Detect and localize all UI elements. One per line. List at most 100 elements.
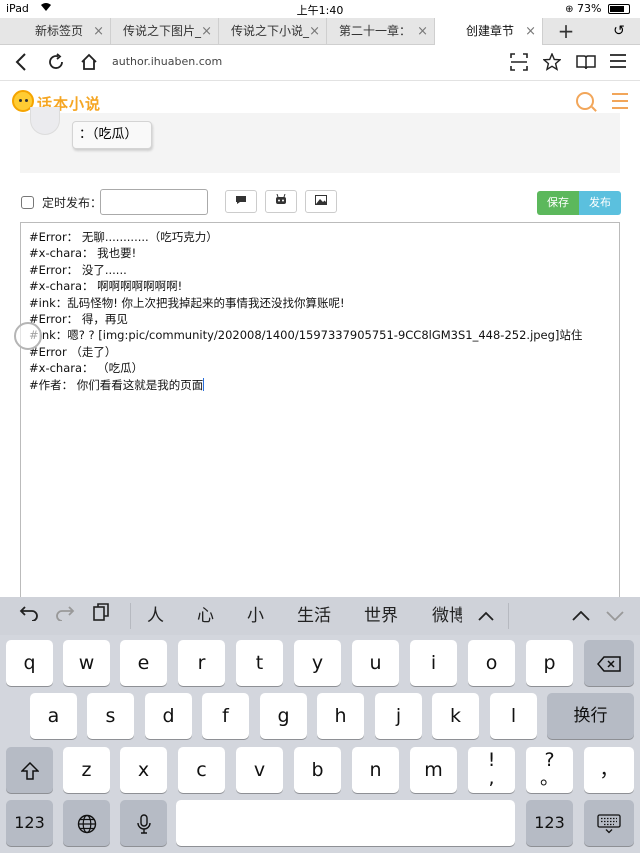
close-icon[interactable]: × — [201, 18, 212, 45]
tab-create-chapter[interactable]: 创建章节 × — [435, 18, 543, 45]
key-b[interactable]: b — [294, 747, 341, 793]
character-button[interactable] — [265, 190, 297, 213]
next-field-icon[interactable] — [606, 597, 624, 635]
key-z[interactable]: z — [63, 747, 110, 793]
globe-key[interactable] — [63, 800, 110, 846]
key-t[interactable]: t — [236, 640, 283, 686]
menu-icon[interactable] — [609, 53, 627, 74]
suggestion-item[interactable]: 心 — [197, 597, 214, 635]
suggestion-item[interactable]: 小 — [247, 597, 264, 635]
home-icon[interactable] — [80, 53, 98, 76]
key-s[interactable]: s — [87, 693, 134, 739]
expand-suggestions-icon[interactable] — [478, 597, 494, 635]
tab-new-tab[interactable]: 新标签页 × — [23, 18, 111, 45]
schedule-time-input[interactable] — [100, 189, 208, 215]
key-l[interactable]: l — [490, 693, 537, 739]
scan-icon[interactable] — [510, 53, 528, 76]
image-icon — [315, 195, 327, 208]
key-x[interactable]: x — [120, 747, 167, 793]
url-text[interactable]: author.ihuaben.com — [112, 55, 222, 68]
tab-undertale-novel[interactable]: 传说之下小说_ × — [219, 18, 327, 45]
close-icon[interactable]: × — [309, 18, 320, 45]
reader-icon[interactable] — [576, 53, 596, 76]
divider — [508, 603, 509, 629]
key-n[interactable]: n — [352, 747, 399, 793]
editor-line: #ink：嗯? ? [img:pic/community/202008/1400… — [29, 328, 583, 343]
key-bottom-char: , — [488, 767, 495, 789]
tab-chapter-21[interactable]: 第二十一章： × — [327, 18, 435, 45]
editor-line: #x-chara： 啊啊啊啊啊啊啊! — [29, 279, 183, 294]
battery-percent: 73% — [577, 2, 602, 15]
status-right: ⊕ 73% — [565, 2, 630, 15]
dialogue-button[interactable] — [225, 190, 257, 213]
undo-icon[interactable] — [19, 597, 39, 635]
chapter-editor[interactable]: #Error： 无聊............（吃巧克力） #x-chara： 我… — [20, 222, 620, 597]
key-e[interactable]: e — [120, 640, 167, 686]
key-m[interactable]: m — [410, 747, 457, 793]
delete-key[interactable] — [584, 640, 634, 686]
key-w[interactable]: w — [63, 640, 110, 686]
battery-icon — [608, 4, 630, 14]
assistive-touch-button[interactable] — [14, 322, 42, 350]
hide-keyboard-key[interactable] — [584, 800, 634, 846]
search-icon[interactable] — [576, 92, 594, 110]
previous-field-icon[interactable] — [572, 597, 590, 635]
numbers-key[interactable]: 123 — [6, 800, 53, 846]
key-a[interactable]: a — [30, 693, 77, 739]
key-k[interactable]: k — [432, 693, 479, 739]
key-o[interactable]: o — [468, 640, 515, 686]
location-icon: ⊕ — [565, 4, 574, 15]
close-icon[interactable]: × — [93, 18, 104, 45]
return-key[interactable]: 换行 — [547, 693, 634, 739]
bookmark-star-icon[interactable] — [542, 52, 562, 76]
text-caret — [203, 377, 205, 391]
key-c[interactable]: c — [178, 747, 225, 793]
insert-image-button[interactable] — [305, 190, 337, 213]
publish-button[interactable]: 发布 — [579, 191, 621, 215]
suggestion-item[interactable]: 世界 — [364, 597, 398, 635]
hamburger-menu-icon[interactable] — [612, 93, 628, 109]
shift-key[interactable] — [6, 747, 53, 793]
keyboard-dismiss-icon — [597, 812, 621, 834]
key-bottom-char: 。 — [539, 767, 559, 789]
dictation-key[interactable] — [120, 800, 167, 846]
editor-line: #Error （走了） — [29, 344, 117, 359]
suggestion-item[interactable]: 微博 — [432, 597, 462, 635]
avatar — [30, 107, 60, 135]
key-g[interactable]: g — [260, 693, 307, 739]
key-h[interactable]: h — [317, 693, 364, 739]
numbers-key-right[interactable]: 123 — [526, 800, 573, 846]
key-d[interactable]: d — [145, 693, 192, 739]
redo-icon[interactable] — [55, 597, 75, 635]
key-y[interactable]: y — [294, 640, 341, 686]
editor-line: #ink：乱码怪物! 你上次把我掉起来的事情我还没找你算账呢! — [29, 295, 345, 310]
space-bar[interactable] — [176, 800, 515, 846]
key-r[interactable]: r — [178, 640, 225, 686]
key-p[interactable]: p — [526, 640, 573, 686]
key-question-period[interactable]: ? 。 — [526, 747, 573, 793]
key-i[interactable]: i — [410, 640, 457, 686]
key-q[interactable]: q — [6, 640, 53, 686]
editor-line-last: #作者： 你们看看这就是我的页面 — [29, 377, 611, 393]
paste-icon[interactable] — [93, 597, 109, 635]
close-icon[interactable]: × — [417, 18, 428, 45]
tab-undertale-images[interactable]: 传说之下图片_ × — [111, 18, 219, 45]
save-button[interactable]: 保存 — [537, 191, 579, 215]
address-bar: author.ihuaben.com — [0, 45, 640, 81]
browser-tab-bar: 新标签页 × 传说之下图片_ × 传说之下小说_ × 第二十一章： × 创建章节… — [0, 18, 640, 45]
key-j[interactable]: j — [375, 693, 422, 739]
key-f[interactable]: f — [202, 693, 249, 739]
key-u[interactable]: u — [352, 640, 399, 686]
schedule-checkbox[interactable] — [21, 196, 34, 209]
back-icon[interactable] — [15, 53, 27, 76]
suggestion-item[interactable]: 生活 — [297, 597, 331, 635]
new-tab-button[interactable]: + — [553, 18, 579, 45]
key-exclamation-comma[interactable]: ! , — [468, 747, 515, 793]
restore-tab-icon[interactable]: ↺ — [606, 18, 632, 45]
reload-icon[interactable] — [47, 53, 65, 76]
key-fullwidth-comma[interactable]: ， — [584, 747, 634, 793]
close-icon[interactable]: × — [525, 18, 536, 45]
key-v[interactable]: v — [236, 747, 283, 793]
tab-label: 传说之下图片_ — [123, 24, 202, 38]
suggestion-item[interactable]: 人 — [147, 597, 164, 635]
